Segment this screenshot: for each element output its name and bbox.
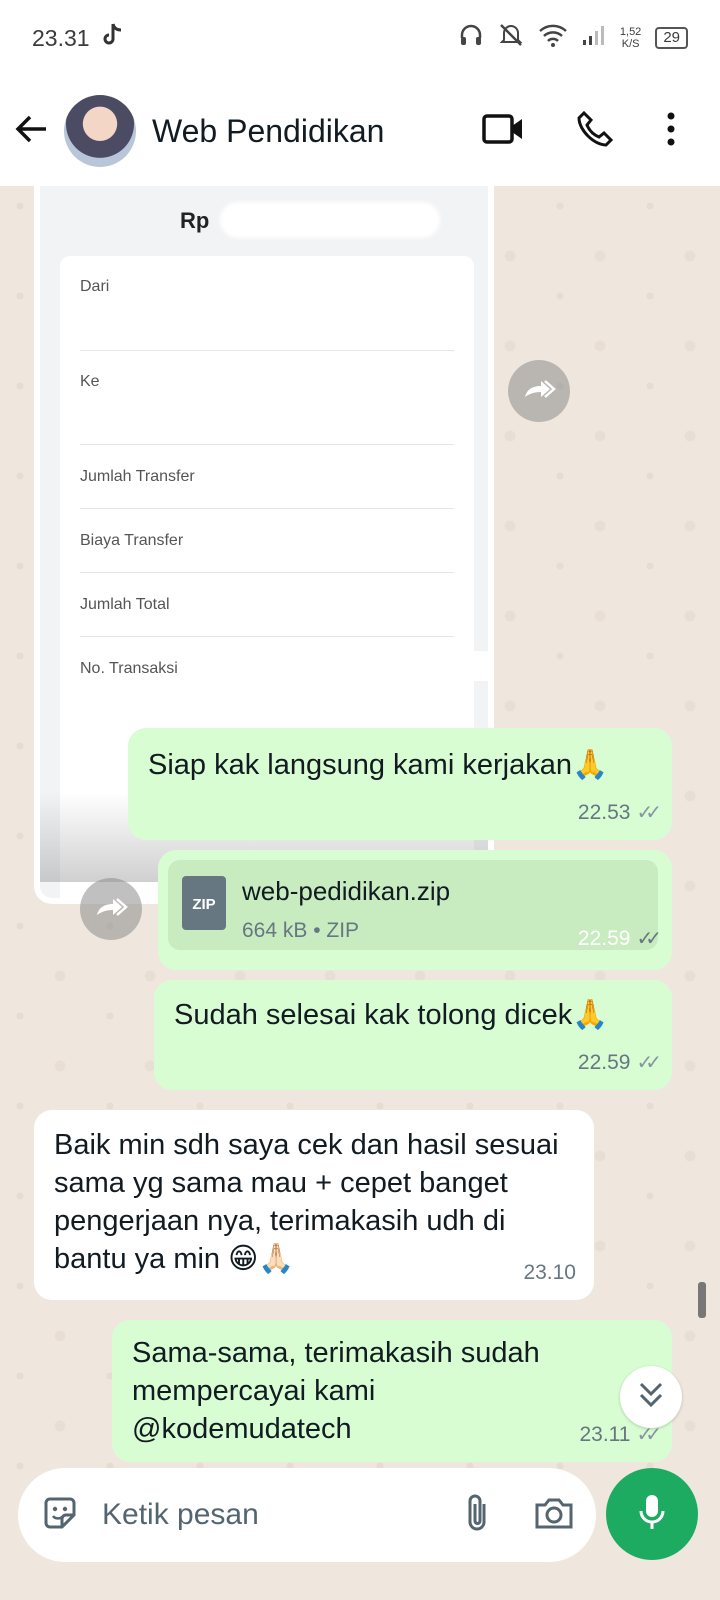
headphones-icon: [458, 22, 484, 54]
chat-area[interactable]: Rp Dari Ke Jumlah Transfer Biaya Transfe…: [0, 186, 720, 1496]
message-time: 23.11: [579, 1423, 631, 1446]
message-text: Sudah selesai kak tolong dicek🙏: [174, 999, 609, 1031]
zip-file-icon: ZIP: [182, 876, 226, 930]
speed-unit: K/S: [621, 38, 640, 50]
divider: [80, 508, 454, 509]
message-bubble-outgoing[interactable]: Sama-sama, terimakasih sudah mempercayai…: [112, 1320, 672, 1462]
network-speed: 1,52 K/S: [620, 26, 641, 50]
forward-button[interactable]: [508, 360, 570, 422]
message-text: Baik min sdh saya cek dan hasil sesuai s…: [54, 1129, 559, 1275]
message-meta: 22.53 ✓✓: [577, 794, 662, 832]
message-composer[interactable]: Ketik pesan: [18, 1468, 596, 1562]
message-time: 22.59: [577, 1051, 631, 1074]
read-receipt-icon: ✓✓: [636, 928, 661, 950]
voice-call-icon[interactable]: [576, 110, 614, 153]
message-bubble-outgoing[interactable]: Sudah selesai kak tolong dicek🙏 22.59 ✓✓: [154, 980, 672, 1090]
scrollbar-thumb[interactable]: [698, 1282, 706, 1318]
receipt-field-fee: Biaya Transfer: [80, 532, 184, 549]
message-bubble-incoming[interactable]: Baik min sdh saya cek dan hasil sesuai s…: [34, 1110, 594, 1300]
receipt-field-to: Ke: [80, 373, 100, 390]
chat-header: Web Pendidikan: [0, 76, 720, 186]
message-text: Siap kak langsung kami kerjakan🙏: [148, 749, 609, 781]
status-bar: 23.31 1,52 K/S 29: [0, 0, 720, 76]
redacted-transaction-no: [270, 651, 488, 681]
file-name: web-pedidikan.zip: [242, 876, 451, 906]
scroll-to-bottom-button[interactable]: [620, 1366, 682, 1428]
receipt-field-amount: Jumlah Transfer: [80, 468, 195, 485]
divider: [80, 636, 454, 637]
contact-name[interactable]: Web Pendidikan: [152, 113, 384, 150]
double-chevron-down-icon: [637, 1380, 665, 1415]
battery-indicator: 29: [655, 27, 688, 49]
speed-value: 1,52: [619, 26, 642, 38]
receipt-field-from: Dari: [80, 278, 110, 295]
camera-icon[interactable]: [534, 1496, 574, 1535]
file-meta: 664 kB • ZIP: [242, 919, 360, 942]
back-arrow-icon[interactable]: [14, 111, 50, 152]
signal-icon: [582, 24, 606, 52]
receipt-currency: Rp: [180, 208, 210, 233]
read-receipt-icon: ✓✓: [636, 1052, 661, 1074]
redacted-amount: [220, 202, 440, 238]
tiktok-icon: [100, 22, 124, 54]
read-receipt-icon: ✓✓: [636, 802, 661, 824]
receipt-field-total: Jumlah Total: [80, 596, 170, 613]
voice-message-button[interactable]: [606, 1468, 698, 1560]
video-call-icon[interactable]: [482, 112, 524, 151]
divider: [80, 444, 454, 445]
file-type-label: ZIP: [192, 896, 216, 913]
contact-avatar[interactable]: [64, 95, 136, 167]
message-time: 22.59: [577, 927, 631, 950]
microphone-icon: [638, 1493, 666, 1536]
message-meta: 23.10: [523, 1254, 576, 1292]
message-text: Sama-sama, terimakasih sudah mempercayai…: [132, 1337, 540, 1445]
receipt-field-transaction-no: No. Transaksi: [80, 660, 178, 677]
divider: [80, 350, 454, 351]
message-bubble-outgoing[interactable]: Siap kak langsung kami kerjakan🙏 22.53 ✓…: [128, 728, 672, 840]
forward-button[interactable]: [80, 878, 142, 940]
file-message-bubble[interactable]: ZIP web-pedidikan.zip 664 kB • ZIP 22.59…: [158, 850, 672, 970]
attachment-icon[interactable]: [464, 1492, 490, 1539]
sticker-icon[interactable]: [40, 1493, 80, 1538]
message-meta: 22.59 ✓✓: [577, 1044, 662, 1082]
divider: [80, 572, 454, 573]
message-meta: 22.59 ✓✓: [577, 920, 662, 958]
forward-icon: [93, 895, 129, 924]
wifi-icon: [538, 23, 568, 53]
mute-bell-icon: [498, 22, 524, 54]
message-time: 22.53: [577, 801, 631, 824]
forward-icon: [521, 377, 557, 406]
message-time: 23.10: [523, 1261, 576, 1284]
message-input[interactable]: Ketik pesan: [102, 1498, 464, 1532]
status-time: 23.31: [32, 24, 90, 51]
more-options-icon[interactable]: [666, 112, 676, 151]
